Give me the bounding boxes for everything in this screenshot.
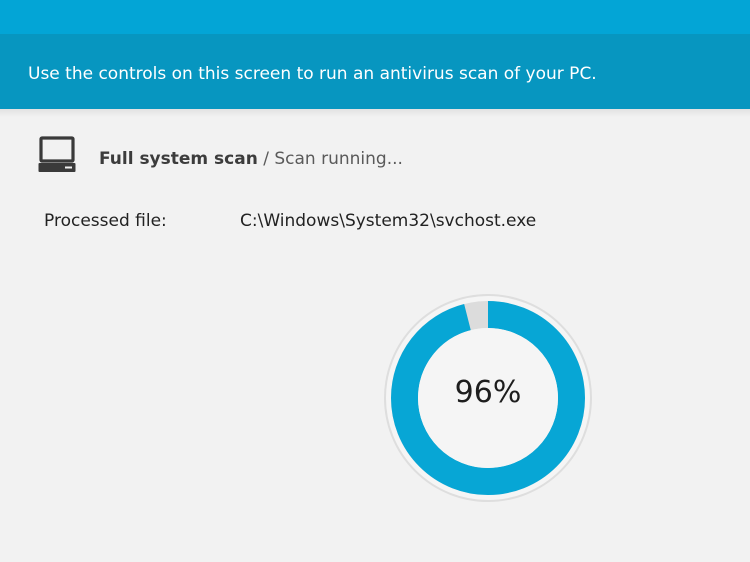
banner-text: Use the controls on this screen to run a… [28,64,597,84]
processed-file-label: Processed file: [44,211,167,231]
scan-title: Full system scan / Scan running... [99,149,403,169]
computer-icon [38,136,76,172]
processed-file-path: C:\Windows\System32\svchost.exe [240,211,537,231]
title-bar [0,0,750,34]
scan-status: Scan running... [274,149,403,169]
banner-divider [0,109,750,117]
progress-percent: 96% [454,375,522,410]
scan-type-label: Full system scan [99,149,258,169]
scan-separator: / [257,149,275,169]
